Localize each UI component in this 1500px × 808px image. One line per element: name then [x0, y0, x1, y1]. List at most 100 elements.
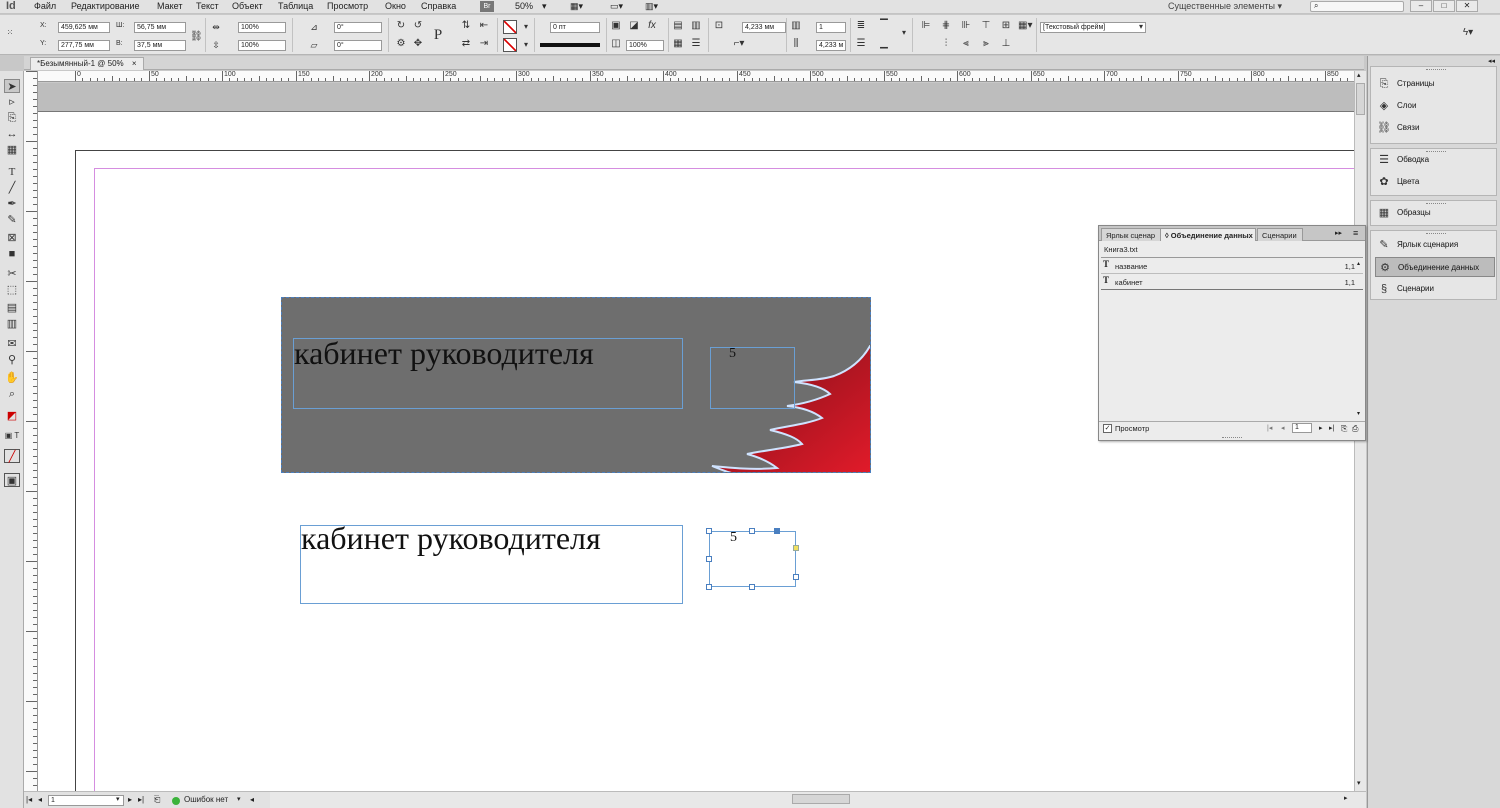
- object-style-dropdown-icon[interactable]: ▾: [1135, 21, 1147, 33]
- select-container-icon[interactable]: ⚙: [395, 38, 407, 50]
- tab-data-merge[interactable]: ◊ Объединение данных: [1160, 228, 1256, 241]
- create-merged-document-icon[interactable]: ⎘: [1341, 424, 1347, 434]
- panel-resize-grip[interactable]: [1222, 437, 1242, 440]
- note-tool-icon[interactable]: ✉: [4, 337, 20, 351]
- corner-options-icon[interactable]: ⌐▾: [733, 38, 745, 50]
- vertical-scroll-thumb[interactable]: [1356, 83, 1365, 115]
- next-page-icon[interactable]: ▸: [128, 795, 132, 804]
- text-wrap-box-icon[interactable]: ▥: [690, 20, 702, 32]
- fill-swatch[interactable]: [503, 20, 517, 34]
- stroke-type-line[interactable]: [540, 43, 600, 47]
- grip[interactable]: [1426, 69, 1446, 72]
- workspace-select[interactable]: Существенные элементы ▾: [1168, 1, 1282, 12]
- preflight-status-text[interactable]: Ошибок нет: [184, 795, 228, 804]
- distribute-center-icon[interactable]: ⫷: [960, 38, 972, 50]
- tab-scripts[interactable]: Сценарии: [1257, 228, 1303, 241]
- dock-item-script-label[interactable]: ✎ Ярлык сценария: [1375, 235, 1495, 255]
- opacity-field[interactable]: 100%: [626, 40, 664, 51]
- text-wrap-shape-icon[interactable]: ▦: [672, 38, 684, 50]
- type-tool-icon[interactable]: T: [4, 165, 20, 179]
- page-dropdown-icon[interactable]: ▾: [116, 795, 120, 803]
- fill-stroke-icon[interactable]: ◩: [4, 409, 20, 423]
- page-number-field[interactable]: 1: [48, 795, 124, 806]
- record-number-field[interactable]: 1: [1292, 423, 1312, 433]
- align-v-centers-icon[interactable]: ⊞: [1000, 20, 1012, 32]
- align-bottom-icon[interactable]: ▁: [878, 38, 890, 50]
- align-top-edges-icon[interactable]: ⊤: [980, 20, 992, 32]
- menu-window[interactable]: Окно: [385, 1, 406, 11]
- inset-field[interactable]: 4,233 мм: [742, 22, 786, 33]
- resize-handle[interactable]: [793, 574, 799, 580]
- field-row[interactable]: T кабинет 1,1: [1101, 275, 1363, 290]
- menu-help[interactable]: Справка: [421, 1, 456, 11]
- zoom-tool-icon[interactable]: ⌕: [4, 387, 20, 401]
- out-port-handle[interactable]: [793, 545, 799, 551]
- bridge-button[interactable]: Br: [480, 1, 494, 12]
- fill-dropdown-icon[interactable]: ▾: [520, 21, 532, 33]
- resize-handle[interactable]: [749, 528, 755, 534]
- rectangle-tool-icon[interactable]: ■: [4, 247, 20, 261]
- scale-y-field[interactable]: 100%: [238, 40, 286, 51]
- collapse-dock-icon[interactable]: ◂◂: [1488, 57, 1495, 65]
- text-wrap-none-icon[interactable]: ▤: [672, 20, 684, 32]
- close-tab-icon[interactable]: ×: [132, 59, 137, 68]
- view-options-icon[interactable]: ▦▾: [570, 1, 583, 12]
- select-content-icon[interactable]: ✥: [412, 38, 424, 50]
- flip-horizontal-icon[interactable]: ⇅: [460, 20, 472, 32]
- horizontal-scroll-thumb[interactable]: [792, 794, 850, 804]
- first-page-icon[interactable]: |◂: [26, 795, 32, 804]
- line-tool-icon[interactable]: ╱: [4, 181, 20, 195]
- scissors-tool-icon[interactable]: ✂: [4, 267, 20, 281]
- scroll-right-icon[interactable]: ▸: [1344, 794, 1348, 802]
- shadow-icon[interactable]: ◪: [628, 20, 640, 32]
- align-to-icon[interactable]: ▦▾: [1018, 20, 1032, 32]
- rotate-cw-icon[interactable]: ↻: [395, 20, 407, 32]
- zoom-dropdown-icon[interactable]: ▾: [542, 1, 547, 12]
- height-field[interactable]: 37,5 мм: [134, 40, 186, 51]
- dock-item-stroke[interactable]: ☰ Обводка: [1375, 150, 1495, 170]
- align-justify-icon[interactable]: ▔: [878, 20, 890, 32]
- pencil-tool-icon[interactable]: ✎: [4, 213, 20, 227]
- object-style-select[interactable]: [Текстовый фрейм]: [1040, 22, 1146, 33]
- last-page-icon[interactable]: ▸|: [138, 795, 144, 804]
- resize-handle[interactable]: [706, 556, 712, 562]
- scale-x-field[interactable]: 100%: [238, 22, 286, 33]
- dock-item-scripts[interactable]: § Сценарии: [1375, 279, 1495, 299]
- search-input[interactable]: ⌕: [1310, 1, 1404, 12]
- menu-layout[interactable]: Макет: [157, 1, 182, 11]
- gradient-swatch-tool-icon[interactable]: ▤: [4, 301, 20, 315]
- stroke-swatch[interactable]: [503, 38, 517, 52]
- document-tab[interactable]: *Безымянный-1 @ 50% ×: [30, 57, 144, 70]
- menu-edit[interactable]: Редактирование: [71, 1, 140, 11]
- menu-table[interactable]: Таблица: [278, 1, 313, 11]
- align-center-icon[interactable]: ☰: [855, 38, 867, 50]
- type-on-path-icon[interactable]: P: [432, 27, 444, 43]
- menu-type[interactable]: Текст: [196, 1, 219, 11]
- eyedropper-tool-icon[interactable]: ⚲: [4, 353, 20, 367]
- dock-item-layers[interactable]: ◈ Слои: [1375, 96, 1495, 116]
- stroke-dropdown-icon[interactable]: ▾: [520, 39, 532, 51]
- previous-page-icon[interactable]: ◂: [38, 795, 42, 804]
- horizontal-ruler[interactable]: 0 50 100 150 200 250 300 350 400 450 500 550 600 650 7…: [38, 71, 1354, 82]
- maximize-button[interactable]: □: [1433, 0, 1455, 12]
- distribute-bottom-icon[interactable]: ⫸: [980, 38, 992, 50]
- hand-tool-icon[interactable]: ✋: [4, 371, 20, 385]
- stroke-weight-field[interactable]: 0 пт: [550, 22, 600, 33]
- next-record-icon[interactable]: ▸: [1319, 424, 1323, 432]
- rotate-ccw-icon[interactable]: ↺: [412, 20, 424, 32]
- reference-point-icon[interactable]: ⁙: [4, 27, 16, 39]
- distribute-left-icon[interactable]: ⊥: [1000, 38, 1012, 50]
- apply-none-icon[interactable]: ╱: [4, 449, 20, 463]
- menu-file[interactable]: Файл: [34, 1, 56, 11]
- tab-script-label[interactable]: Ярлык сценар: [1101, 228, 1161, 241]
- menu-view[interactable]: Просмотр: [327, 1, 368, 11]
- preview-checkbox[interactable]: ✓: [1103, 424, 1112, 433]
- open-page-icon[interactable]: ⎗: [154, 795, 160, 805]
- columns-field[interactable]: 1: [816, 22, 846, 33]
- vertical-ruler[interactable]: [24, 71, 38, 791]
- align-left-edges-icon[interactable]: ⊫: [920, 20, 932, 32]
- screen-mode-tool-icon[interactable]: ▣: [4, 473, 20, 487]
- list-scroll-down-icon[interactable]: ▾: [1357, 410, 1360, 417]
- banner-title-frame[interactable]: кабинет руководителя: [293, 335, 683, 409]
- rectangle-frame-tool-icon[interactable]: ⊠: [4, 231, 20, 245]
